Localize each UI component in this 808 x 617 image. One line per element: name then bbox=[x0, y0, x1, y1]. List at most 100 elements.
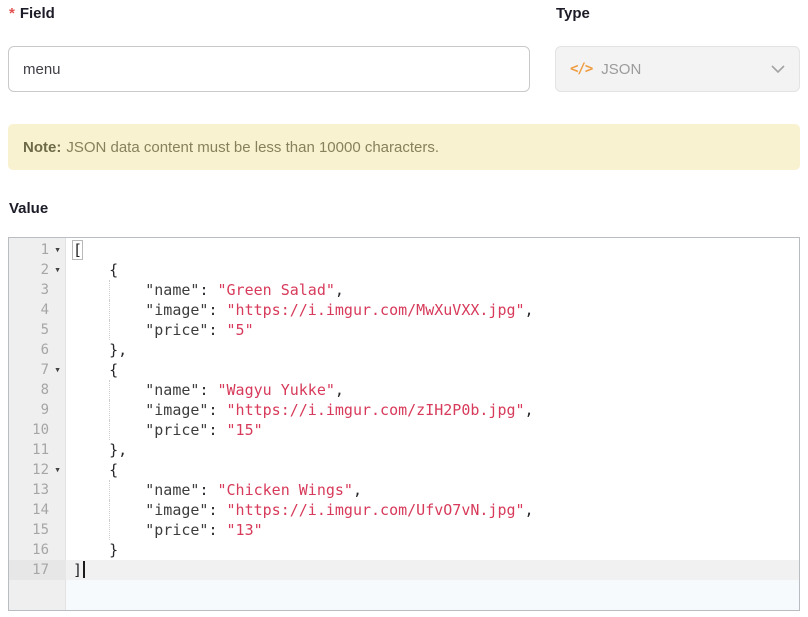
fold-gutter-empty bbox=[49, 400, 66, 420]
editor-line-active[interactable]: 17] bbox=[9, 560, 799, 580]
editor-line[interactable]: 8 "name": "Wagyu Yukke", bbox=[9, 380, 799, 400]
code-line[interactable]: "price": "5" bbox=[66, 320, 799, 340]
gutter-cell: 9 bbox=[9, 400, 66, 420]
code-line[interactable]: }, bbox=[66, 340, 799, 360]
editor-line[interactable]: 14 "image": "https://i.imgur.com/UfvO7vN… bbox=[9, 500, 799, 520]
line-number: 12 bbox=[9, 460, 49, 480]
code-line[interactable]: } bbox=[66, 540, 799, 560]
code-icon: </> bbox=[570, 61, 592, 77]
line-number: 9 bbox=[9, 400, 49, 420]
indent-guide bbox=[109, 400, 110, 420]
editor-line[interactable]: 10 "price": "15" bbox=[9, 420, 799, 440]
gutter-cell: 11 bbox=[9, 440, 66, 460]
gutter-cell: 17 bbox=[9, 560, 66, 580]
line-number: 16 bbox=[9, 540, 49, 560]
line-number: 13 bbox=[9, 480, 49, 500]
fold-gutter-empty bbox=[49, 380, 66, 400]
editor-line[interactable]: 16 } bbox=[9, 540, 799, 560]
fold-gutter-empty bbox=[49, 340, 66, 360]
type-select[interactable]: </> JSON bbox=[555, 46, 800, 92]
field-type-row: *Field Type </> JSON bbox=[8, 4, 800, 92]
chevron-down-icon bbox=[771, 65, 785, 74]
field-input[interactable] bbox=[8, 46, 530, 92]
fold-gutter-empty bbox=[49, 480, 66, 500]
fold-arrow-icon[interactable]: ▾ bbox=[49, 240, 66, 260]
code-line[interactable]: "name": "Wagyu Yukke", bbox=[66, 380, 799, 400]
editor-line[interactable]: 9 "image": "https://i.imgur.com/zIH2P0b.… bbox=[9, 400, 799, 420]
fold-gutter-empty bbox=[49, 320, 66, 340]
fold-gutter-empty bbox=[49, 560, 66, 580]
code-line[interactable]: "image": "https://i.imgur.com/UfvO7vN.jp… bbox=[66, 500, 799, 520]
fold-arrow-icon[interactable]: ▾ bbox=[49, 260, 66, 280]
indent-guide bbox=[109, 280, 110, 300]
line-number: 2 bbox=[9, 260, 49, 280]
gutter-cell: 8 bbox=[9, 380, 66, 400]
indent-guide bbox=[109, 420, 110, 440]
line-number: 8 bbox=[9, 380, 49, 400]
editor-rows: 1▾[2▾ {3 "name": "Green Salad",4 "image"… bbox=[9, 238, 799, 580]
line-number: 11 bbox=[9, 440, 49, 460]
gutter-cell: 2▾ bbox=[9, 260, 66, 280]
line-number: 5 bbox=[9, 320, 49, 340]
editor-line[interactable]: 7▾ { bbox=[9, 360, 799, 380]
required-asterisk: * bbox=[9, 5, 15, 22]
fold-gutter-empty bbox=[49, 520, 66, 540]
fold-gutter-empty bbox=[49, 540, 66, 560]
line-number: 1 bbox=[9, 240, 49, 260]
json-editor[interactable]: 1▾[2▾ {3 "name": "Green Salad",4 "image"… bbox=[8, 237, 800, 611]
editor-line[interactable]: 1▾[ bbox=[9, 240, 799, 260]
type-column: Type </> JSON bbox=[555, 4, 800, 92]
editor-line[interactable]: 2▾ { bbox=[9, 260, 799, 280]
code-line[interactable]: { bbox=[66, 260, 799, 280]
code-line[interactable]: [ bbox=[66, 240, 799, 260]
line-number: 7 bbox=[9, 360, 49, 380]
value-label: Value bbox=[9, 199, 800, 219]
gutter-cell: 12▾ bbox=[9, 460, 66, 480]
field-column: *Field bbox=[8, 4, 530, 92]
code-line[interactable]: "image": "https://i.imgur.com/zIH2P0b.jp… bbox=[66, 400, 799, 420]
code-line[interactable]: { bbox=[66, 360, 799, 380]
editor-empty-area[interactable] bbox=[66, 580, 799, 610]
gutter-cell: 13 bbox=[9, 480, 66, 500]
text-cursor bbox=[83, 561, 85, 578]
editor-line[interactable]: 12▾ { bbox=[9, 460, 799, 480]
code-line[interactable]: ] bbox=[66, 560, 799, 580]
gutter-cell: 6 bbox=[9, 340, 66, 360]
fold-arrow-icon[interactable]: ▾ bbox=[49, 460, 66, 480]
code-line[interactable]: "name": "Green Salad", bbox=[66, 280, 799, 300]
type-label: Type bbox=[556, 4, 800, 24]
editor-line[interactable]: 6 }, bbox=[9, 340, 799, 360]
gutter-cell: 16 bbox=[9, 540, 66, 560]
fold-gutter-empty bbox=[49, 440, 66, 460]
code-line[interactable]: }, bbox=[66, 440, 799, 460]
line-number: 4 bbox=[9, 300, 49, 320]
gutter-cell: 1▾ bbox=[9, 240, 66, 260]
field-label: *Field bbox=[9, 4, 530, 24]
gutter-cell: 4 bbox=[9, 300, 66, 320]
note-prefix: Note: bbox=[23, 139, 61, 156]
editor-line[interactable]: 13 "name": "Chicken Wings", bbox=[9, 480, 799, 500]
editor-line[interactable]: 4 "image": "https://i.imgur.com/MwXuVXX.… bbox=[9, 300, 799, 320]
gutter-cell: 3 bbox=[9, 280, 66, 300]
fold-arrow-icon[interactable]: ▾ bbox=[49, 360, 66, 380]
code-line[interactable]: "name": "Chicken Wings", bbox=[66, 480, 799, 500]
code-line[interactable]: "image": "https://i.imgur.com/MwXuVXX.jp… bbox=[66, 300, 799, 320]
code-line[interactable]: { bbox=[66, 460, 799, 480]
gutter-cell: 15 bbox=[9, 520, 66, 540]
editor-line[interactable]: 5 "price": "5" bbox=[9, 320, 799, 340]
editor-line[interactable]: 3 "name": "Green Salad", bbox=[9, 280, 799, 300]
line-number: 15 bbox=[9, 520, 49, 540]
indent-guide bbox=[109, 500, 110, 520]
code-line[interactable]: "price": "15" bbox=[66, 420, 799, 440]
editor-line[interactable]: 11 }, bbox=[9, 440, 799, 460]
fold-gutter-empty bbox=[49, 500, 66, 520]
indent-guide bbox=[109, 300, 110, 320]
code-line[interactable]: "price": "13" bbox=[66, 520, 799, 540]
editor-line[interactable]: 15 "price": "13" bbox=[9, 520, 799, 540]
fold-gutter-empty bbox=[49, 420, 66, 440]
gutter-cell: 7▾ bbox=[9, 360, 66, 380]
gutter-cell: 5 bbox=[9, 320, 66, 340]
gutter-cell: 10 bbox=[9, 420, 66, 440]
indent-guide bbox=[109, 320, 110, 340]
indent-guide bbox=[109, 520, 110, 540]
